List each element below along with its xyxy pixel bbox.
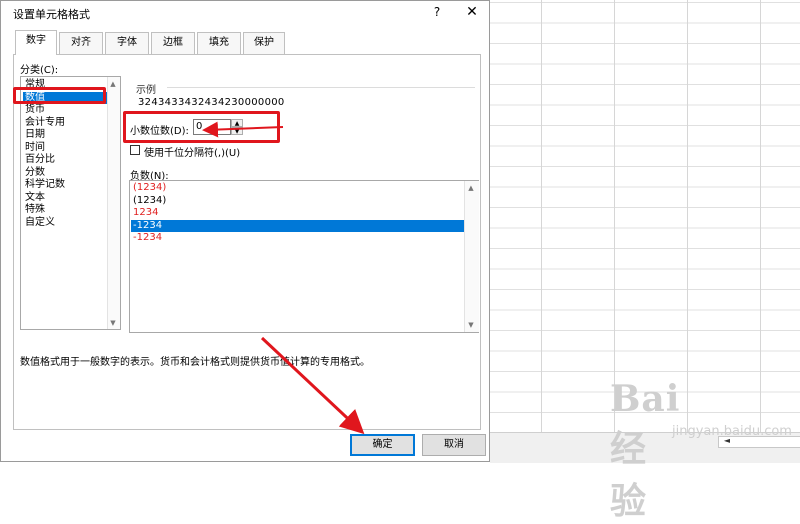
arrow-to-decimal-input [202,121,284,138]
arrow-to-ok-button [260,336,365,435]
watermark-url: jingyan.baidu.com [672,424,792,439]
tab-number[interactable]: 数字 [15,30,57,55]
watermark-logo: Bai 经验 [610,378,681,522]
